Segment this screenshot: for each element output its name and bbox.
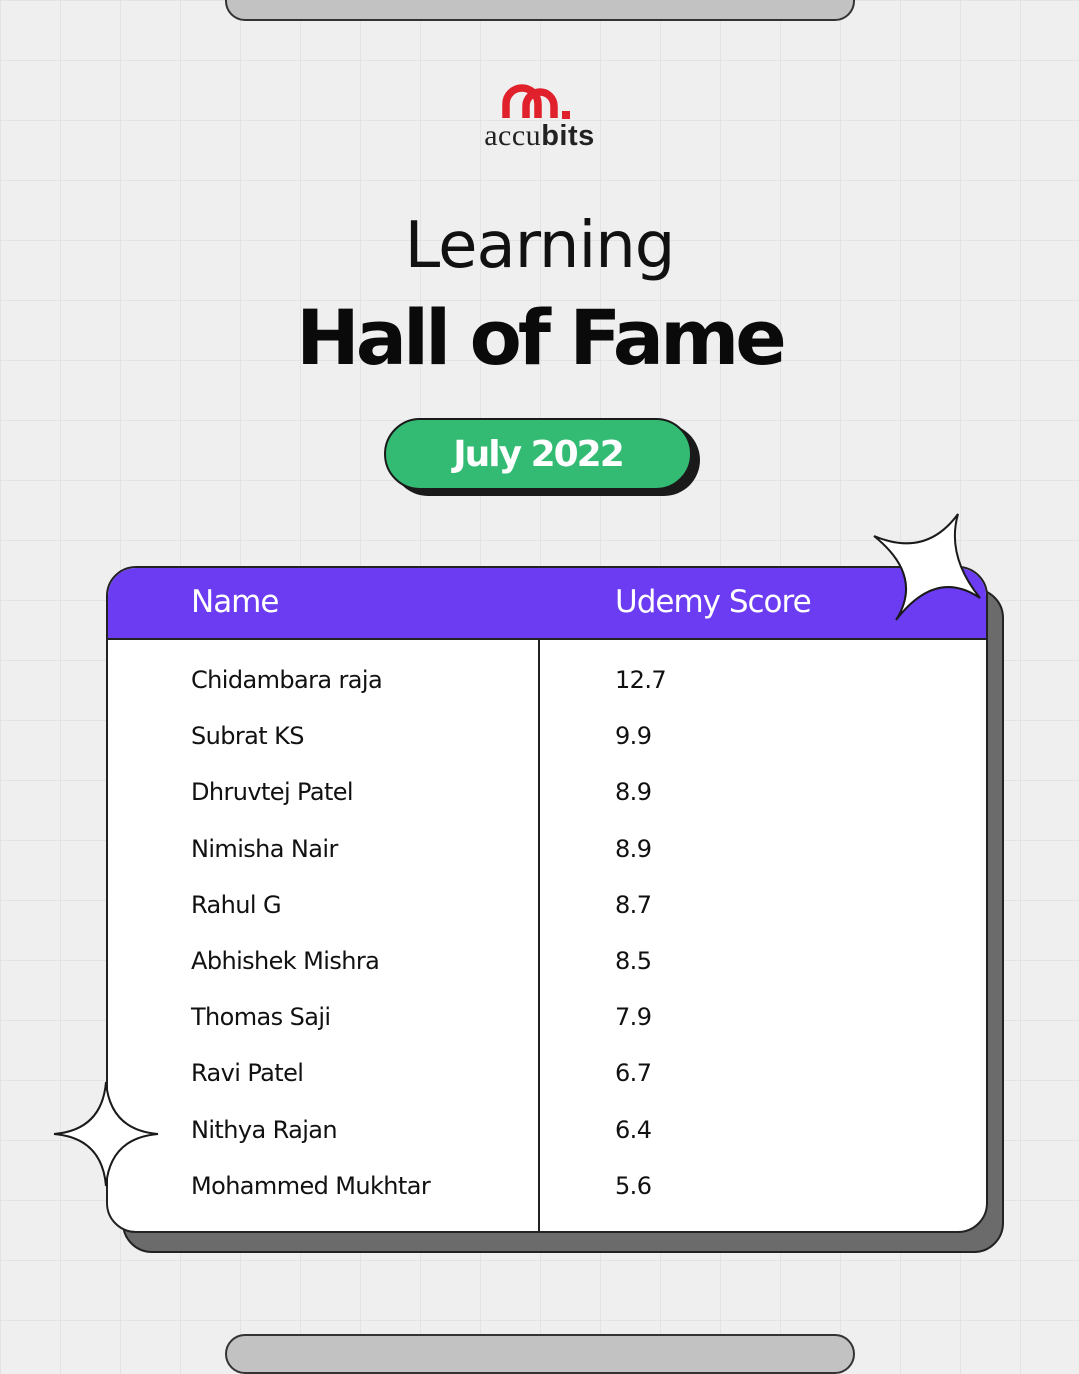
- table-row: Nimisha Nair 8.9: [108, 821, 986, 877]
- title-line-1: Learning: [404, 209, 676, 283]
- row-score: 8.5: [615, 946, 652, 975]
- brand-wordmark-bold: bits: [541, 120, 595, 152]
- month-badge: July 2022: [384, 418, 692, 490]
- title-line-2: Hall of Fame: [296, 293, 787, 382]
- row-score: 7.9: [615, 1003, 652, 1032]
- table-row: Mohammed Mukhtar 5.6: [108, 1158, 986, 1214]
- row-name: Nimisha Nair: [191, 834, 338, 863]
- row-score: 8.9: [615, 834, 652, 863]
- sparkle-icon: [873, 513, 981, 621]
- table-row: Abhishek Mishra 8.5: [108, 933, 986, 989]
- row-name: Thomas Saji: [191, 1003, 331, 1032]
- row-name: Abhishek Mishra: [191, 946, 380, 975]
- brand-wordmark: accubits: [0, 119, 1079, 153]
- row-score: 12.7: [615, 666, 667, 694]
- row-score: 5.6: [615, 1171, 652, 1200]
- table-row: Dhruvtej Patel 8.9: [108, 764, 986, 820]
- table-row: Nithya Rajan 6.4: [108, 1102, 986, 1158]
- table-row: Thomas Saji 7.9: [108, 989, 986, 1045]
- bottom-decorative-pill: [225, 1334, 855, 1374]
- table-row: Ravi Patel 6.7: [108, 1045, 986, 1101]
- row-name: Chidambara raja: [191, 666, 383, 694]
- row-score: 9.9: [615, 722, 652, 751]
- row-name: Ravi Patel: [191, 1059, 304, 1088]
- table-header: Name Udemy Score: [108, 568, 986, 640]
- sparkle-icon: [53, 1081, 159, 1187]
- accubits-logo-icon: [501, 84, 570, 119]
- row-name: Mohammed Mukhtar: [191, 1171, 431, 1200]
- column-header-name: Name: [191, 584, 279, 620]
- table-row: Subrat KS 9.9: [108, 708, 986, 764]
- row-name: Subrat KS: [191, 722, 304, 751]
- row-score: 6.7: [615, 1059, 652, 1088]
- top-decorative-pill: [225, 0, 855, 21]
- column-header-score: Udemy Score: [615, 584, 812, 620]
- row-score: 8.7: [615, 890, 652, 919]
- brand-logo: accubits: [0, 84, 1079, 152]
- table-row: Rahul G 8.7: [108, 877, 986, 933]
- row-score: 8.9: [615, 778, 652, 807]
- row-name: Nithya Rajan: [191, 1115, 338, 1144]
- table-body: Chidambara raja 12.7 Subrat KS 9.9 Dhruvte…: [108, 652, 986, 1214]
- row-name: Dhruvtej Patel: [191, 778, 354, 807]
- leaderboard-table: Name Udemy Score Chidambara raja 12.7 Sub…: [106, 566, 988, 1233]
- table-row: Chidambara raja 12.7: [108, 652, 986, 708]
- brand-wordmark-regular: accu: [484, 119, 542, 152]
- row-name: Rahul G: [191, 890, 282, 919]
- row-score: 6.4: [615, 1115, 652, 1144]
